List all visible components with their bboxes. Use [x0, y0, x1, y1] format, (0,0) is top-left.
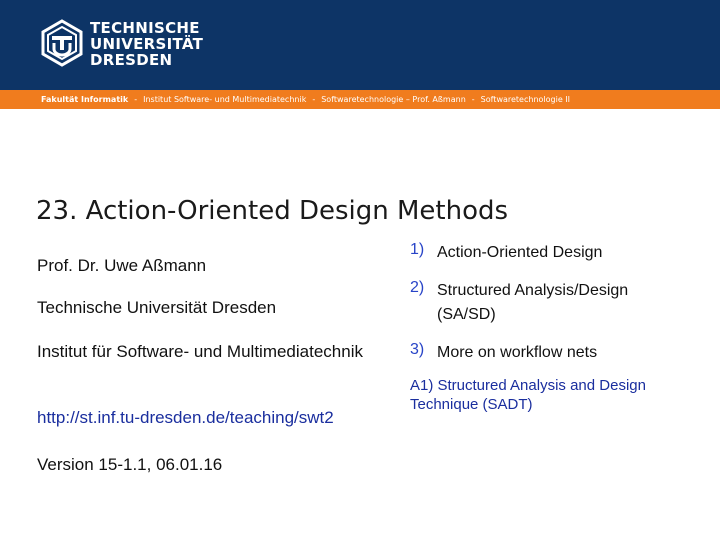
toc-item-text: Action-Oriented Design [437, 244, 603, 261]
breadcrumb-bar: Fakultät Informatik - Institut Software- u… [0, 90, 720, 109]
logo-line-2: UNIVERSITÄT [90, 35, 204, 53]
institute-name: Institut für Software- und Multimediatec… [37, 342, 363, 361]
slide-title: 23. Action-Oriented Design Methods [36, 196, 509, 226]
logo-line-1: TECHNISCHE [90, 19, 200, 37]
toc-item-text: More on workflow nets [437, 344, 598, 361]
breadcrumb-item-chair[interactable]: Softwaretechnologie – Prof. Aßmann [321, 95, 466, 104]
breadcrumb: Fakultät Informatik - Institut Software- u… [41, 95, 570, 104]
toc-item-number: 2) [410, 279, 425, 296]
version-text: Version 15-1.1, 06.01.16 [37, 455, 223, 474]
logo-text: TECHNISCHE UNIVERSITÄT DRESDEN [90, 20, 203, 68]
author-name: Prof. Dr. Uwe Aßmann [37, 256, 207, 275]
header-banner: TECHNISCHE UNIVERSITÄT DRESDEN [0, 0, 720, 90]
appendix-item: A1) Structured Analysis and Design Techn… [410, 377, 646, 413]
toc-item-number: 1) [410, 241, 425, 258]
breadcrumb-item-institute[interactable]: Institut Software- und Multimediatechnik [143, 95, 306, 104]
logo-line-3: DRESDEN [90, 51, 173, 69]
course-url-link[interactable]: http://st.inf.tu-dresden.de/teaching/swt… [37, 404, 367, 431]
breadcrumb-separator: - [312, 95, 316, 104]
breadcrumb-separator: - [134, 95, 138, 104]
breadcrumb-item-course[interactable]: Softwaretechnologie II [481, 95, 570, 104]
tu-dresden-logo: TECHNISCHE UNIVERSITÄT DRESDEN [38, 19, 203, 71]
university-name: Technische Universität Dresden [37, 298, 277, 317]
toc-item-number: 3) [410, 341, 425, 358]
toc-item-text: Structured Analysis/Design (SA/SD) [437, 282, 629, 323]
breadcrumb-faculty[interactable]: Fakultät Informatik [41, 95, 128, 104]
breadcrumb-separator: - [471, 95, 475, 104]
tu-dresden-logo-icon [41, 19, 83, 67]
